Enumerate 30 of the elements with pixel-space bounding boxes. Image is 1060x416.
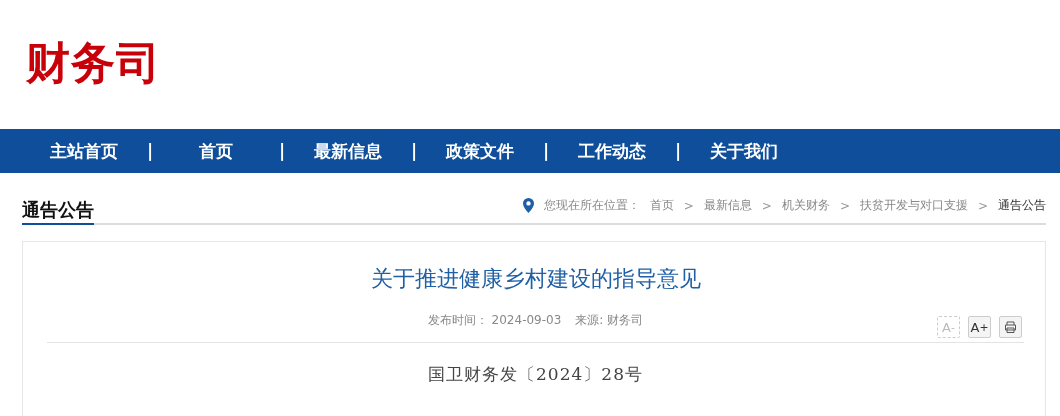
- breadcrumb-link[interactable]: 最新信息: [703, 197, 752, 214]
- article-title: 关于推进健康乡村建设的指导意见: [369, 265, 702, 293]
- breadcrumb-link[interactable]: 首页: [649, 197, 674, 214]
- breadcrumb-link[interactable]: 扶贫开发与对口支援: [859, 197, 968, 214]
- breadcrumb-separator: >: [977, 198, 988, 213]
- breadcrumb-link[interactable]: 机关财务: [781, 197, 830, 214]
- nav-separator: |: [674, 141, 682, 161]
- nav-link[interactable]: 关于我们: [682, 139, 806, 163]
- section-title: 通告公告: [22, 198, 94, 225]
- breadcrumb-separator: >: [683, 198, 694, 213]
- nav-separator: |: [278, 141, 286, 161]
- breadcrumb-link[interactable]: 通告公告: [998, 197, 1046, 214]
- location-pin-icon: [522, 198, 534, 213]
- site-logo[interactable]: 财务司: [26, 34, 161, 93]
- nav-separator: |: [542, 141, 550, 161]
- nav-link[interactable]: 首页: [154, 139, 278, 163]
- nav-separator: |: [146, 141, 154, 161]
- nav-separator: |: [410, 141, 418, 161]
- nav-link[interactable]: 工作动态: [550, 139, 674, 163]
- publish-date: 发布时间： 2024-09-03: [427, 312, 562, 329]
- print-button[interactable]: [999, 316, 1022, 338]
- nav-link[interactable]: 政策文件: [418, 139, 542, 163]
- breadcrumb-separator: >: [761, 198, 772, 213]
- breadcrumb-label: 您现在所在位置：: [543, 197, 640, 214]
- article-source: 来源: 财务司: [575, 312, 644, 329]
- document-number: 国卫财务发〔2024〕28号: [427, 363, 644, 386]
- breadcrumb-separator: >: [839, 198, 850, 213]
- nav-link[interactable]: 最新信息: [286, 139, 410, 163]
- nav-link[interactable]: 主站首页: [22, 139, 146, 163]
- printer-icon: [1004, 321, 1017, 333]
